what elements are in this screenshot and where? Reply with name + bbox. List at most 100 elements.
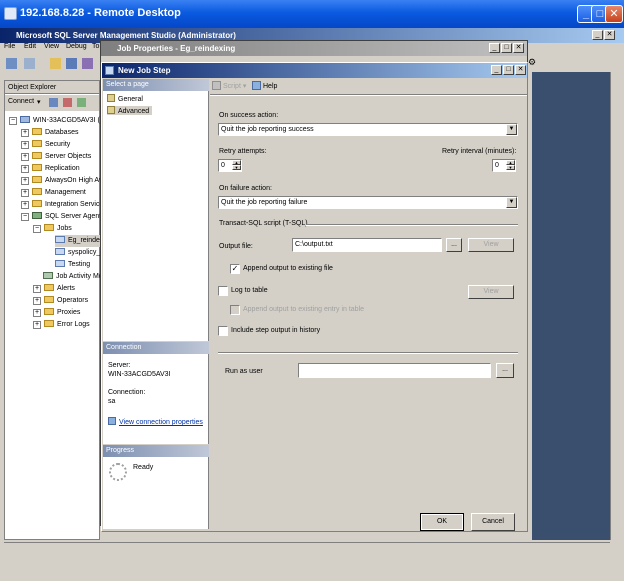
append-output-label: Append output to existing file [243, 265, 333, 272]
folder-icon [32, 152, 42, 159]
remote-desktop-title: 192.168.8.28 - Remote Desktop [20, 7, 181, 19]
object-explorer-header: Object Explorer [5, 81, 99, 94]
tree-alerts[interactable]: + Alerts [33, 283, 75, 295]
tsql-group-label: Transact-SQL script (T-SQL) [219, 220, 308, 227]
retry-attempts-spinner[interactable]: 0 ▲ ▼ [218, 159, 242, 172]
new-file-icon[interactable] [24, 58, 35, 69]
tree-replication[interactable]: + Replication [21, 163, 80, 175]
tree-operators[interactable]: + Operators [33, 295, 88, 307]
help-icon [252, 81, 261, 90]
server-value: WIN-33ACGD5AV3I [108, 371, 171, 378]
connection-value: sa [108, 398, 116, 405]
tree-job-activity[interactable]: Job Activity Mo [43, 271, 103, 283]
save-all-icon[interactable] [82, 58, 93, 69]
tree-server[interactable]: − WIN-33ACGD5AV3I (S [9, 115, 104, 127]
disconnect-icon[interactable] [49, 98, 58, 107]
job-props-minimize-button[interactable]: _ [489, 43, 500, 53]
job-step-icon [105, 66, 114, 75]
ssms-close-button[interactable]: ✕ [604, 30, 615, 40]
close-button[interactable]: ✕ [605, 5, 623, 23]
menu-file[interactable]: File [4, 43, 15, 50]
refresh-icon[interactable] [77, 98, 86, 107]
tree-sql-agent[interactable]: − SQL Server Agent [21, 211, 101, 223]
folder-icon [44, 224, 54, 231]
on-failure-select[interactable]: Quit the job reporting failure ▼ [218, 196, 518, 209]
tree-job-eg-reindex[interactable]: Eg_reindex [55, 235, 106, 247]
expand-icon: + [33, 309, 41, 317]
tree-server-objects[interactable]: + Server Objects [21, 151, 91, 163]
include-history-checkbox[interactable] [218, 326, 228, 336]
include-history-label: Include step output in history [231, 327, 321, 334]
menu-view[interactable]: View [44, 43, 59, 50]
tree-error-logs[interactable]: + Error Logs [33, 319, 90, 331]
tree-security[interactable]: + Security [21, 139, 70, 151]
ssms-title: Microsoft SQL Server Management Studio (… [16, 31, 236, 40]
tree-job-testing[interactable]: Testing [55, 259, 90, 271]
append-table-checkbox[interactable] [230, 305, 240, 315]
tree-management[interactable]: + Management [21, 187, 86, 199]
script-button[interactable]: Script ▾ [212, 81, 246, 90]
server-label: Server: [108, 362, 131, 369]
output-file-input[interactable]: C:\output.txt [292, 238, 442, 252]
properties-icon [108, 417, 116, 425]
job-props-close-button[interactable]: ✕ [513, 43, 524, 53]
folder-icon [44, 308, 54, 315]
cancel-button[interactable]: Cancel [471, 513, 515, 531]
save-icon[interactable] [66, 58, 77, 69]
connect-dropdown-icon[interactable]: ▾ [37, 98, 41, 106]
tree-jobs[interactable]: − Jobs [33, 223, 72, 235]
menu-debug[interactable]: Debug [66, 43, 87, 50]
activity-icon [43, 272, 53, 279]
ok-button[interactable]: OK [420, 513, 464, 531]
help-button[interactable]: Help [252, 81, 277, 90]
log-to-table-label: Log to table [231, 287, 268, 294]
stop-icon[interactable] [63, 98, 72, 107]
page-icon [107, 94, 115, 102]
run-as-input[interactable] [298, 363, 491, 378]
tree-databases[interactable]: + Databases [21, 127, 78, 139]
job-props-maximize-button[interactable]: □ [501, 43, 512, 53]
view-connection-properties-link[interactable]: View connection properties [108, 417, 203, 426]
toolbar-separator [210, 94, 527, 96]
folder-icon [32, 128, 42, 135]
connect-button[interactable]: Connect [8, 98, 34, 105]
menu-tools[interactable]: To [92, 43, 99, 50]
job-properties-titlebar: Job Properties - Eg_reindexing [101, 41, 527, 56]
tree-alwayson[interactable]: + AlwaysOn High Ava [21, 175, 106, 187]
object-explorer-toolbar: Connect ▾ [5, 95, 99, 111]
page-advanced[interactable]: Advanced [107, 106, 153, 115]
view-output-button[interactable]: View [468, 238, 514, 252]
output-file-browse-button[interactable]: ... [446, 238, 462, 252]
object-explorer-panel: Object Explorer Connect ▾ − WIN-33ACGD5AV… [4, 80, 106, 540]
script-icon [212, 81, 221, 90]
run-as-browse-button[interactable]: ... [496, 363, 514, 378]
output-file-label: Output file: [219, 243, 253, 250]
dialog-minimize-button[interactable]: _ [491, 65, 502, 75]
log-to-table-checkbox[interactable] [218, 286, 228, 296]
tree-integration[interactable]: + Integration Service [21, 199, 103, 211]
on-success-select[interactable]: Quit the job reporting success ▼ [218, 123, 518, 136]
expand-icon: + [33, 297, 41, 305]
spin-down-icon: ▼ [232, 165, 241, 170]
open-icon[interactable] [50, 58, 61, 69]
new-job-step-titlebar: New Job Step [102, 63, 527, 78]
new-query-icon[interactable] [6, 58, 17, 69]
tree-job-syspolicy[interactable]: syspolicy_ [55, 247, 100, 259]
append-output-checkbox[interactable]: ✓ [230, 264, 240, 274]
retry-interval-spinner[interactable]: 0 ▲ ▼ [492, 159, 516, 172]
new-job-step-dialog: New Job Step _ □ ✕ Select a page General… [101, 62, 528, 532]
expand-icon: + [21, 165, 29, 173]
connection-header: Connection [103, 342, 209, 354]
tree-proxies[interactable]: + Proxies [33, 307, 80, 319]
view-table-button[interactable]: View [468, 285, 514, 299]
page-general[interactable]: General [107, 94, 143, 103]
toolbar-overflow-icon[interactable]: ⚙ [528, 57, 542, 71]
connection-label: Connection: [108, 389, 146, 396]
vertical-scrollbar[interactable] [610, 72, 624, 540]
menu-edit[interactable]: Edit [24, 43, 36, 50]
horizontal-scrollbar[interactable] [4, 542, 610, 554]
dialog-maximize-button[interactable]: □ [503, 65, 514, 75]
ssms-minimize-button[interactable]: _ [592, 30, 603, 40]
run-as-label: Run as user [225, 368, 263, 375]
dialog-close-button[interactable]: ✕ [515, 65, 526, 75]
